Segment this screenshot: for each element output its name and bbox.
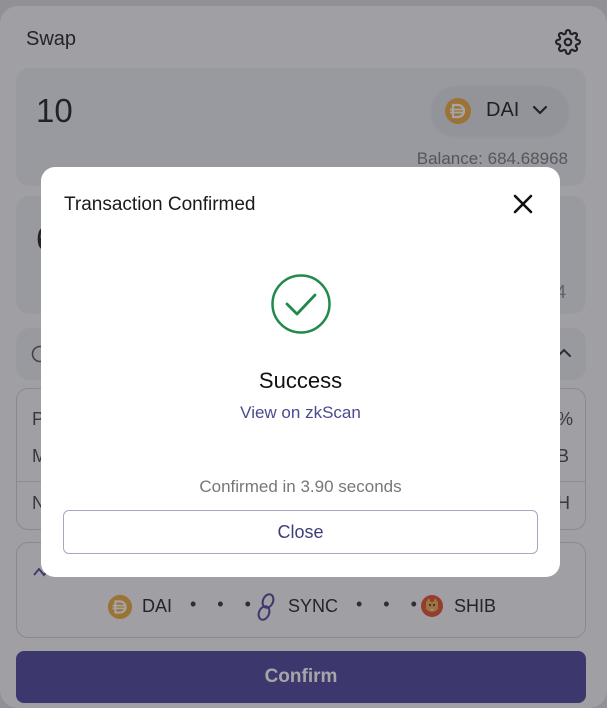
close-button[interactable]: Close xyxy=(63,510,538,554)
close-icon[interactable] xyxy=(512,193,534,215)
confirmation-time: Confirmed in 3.90 seconds xyxy=(199,477,402,496)
success-check-icon xyxy=(270,273,332,335)
modal-title: Transaction Confirmed xyxy=(64,194,256,215)
transaction-confirmed-modal: Transaction Confirmed Success View on zk… xyxy=(41,167,560,577)
success-text: Success xyxy=(258,368,343,393)
view-on-zkscan-link[interactable]: View on zkScan xyxy=(41,403,560,423)
